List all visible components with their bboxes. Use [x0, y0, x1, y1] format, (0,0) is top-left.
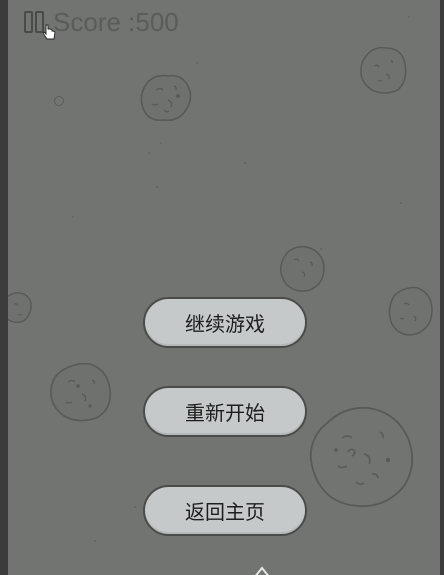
- restart-game-button[interactable]: 重新开始: [143, 386, 307, 437]
- pause-button[interactable]: [16, 10, 44, 36]
- continue-game-button[interactable]: 继续游戏: [143, 297, 307, 348]
- return-home-button[interactable]: 返回主页: [143, 485, 307, 536]
- game-screen: Score :500 继续游戏 重新开始 返回主页: [0, 0, 444, 575]
- player-ship: [255, 566, 269, 575]
- score-display: Score :500: [53, 7, 179, 37]
